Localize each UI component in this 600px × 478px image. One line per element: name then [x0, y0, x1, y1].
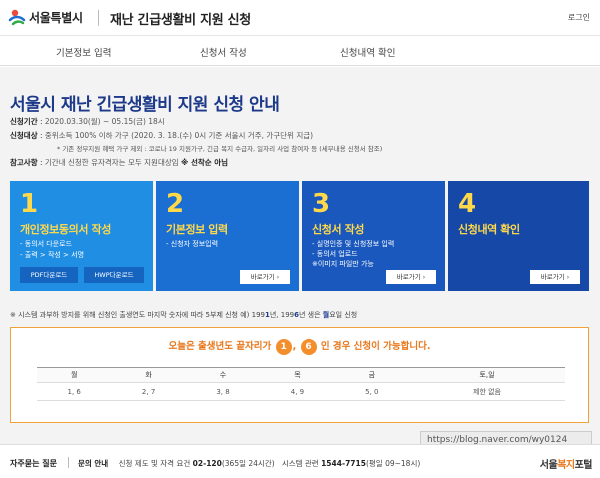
five-day-rule-note: ※ 시스템 과부하 방지를 위해 신청인 출생연도 마지막 숫자에 따라 5부제…: [10, 310, 357, 320]
step-card-3: 3 신청서 작성 - 실명인증 및 신청정보 입력 - 동의서 업로드 ※이미지…: [302, 181, 445, 291]
today-text: 오늘은 출생년도 끝자리가: [168, 341, 272, 352]
step-card-2: 2 기본정보 입력 - 신청자 정보입력 바로가기 ›: [156, 181, 299, 291]
today-message: 오늘은 출생년도 끝자리가 1, 6 인 경우 신청이 가능합니다.: [11, 338, 588, 355]
hwp-download-button[interactable]: HWP다운로드: [84, 267, 144, 283]
ref-strong: ※ 선착순 아님: [181, 158, 229, 167]
target-label: 신청대상: [10, 131, 38, 140]
inquiry-text: 신청 제도 및 자격 요건: [118, 459, 191, 468]
chevron-right-icon: ›: [276, 274, 280, 281]
page-title: 서울시 재난 긴급생활비 지원 신청 안내: [10, 95, 280, 115]
nav-item-application[interactable]: 신청서 작성: [200, 45, 247, 59]
inquiry-hours: (평일 09~18시): [365, 459, 421, 468]
top-nav: 기본정보 입력 신청서 작성 신청내역 확인: [0, 36, 600, 66]
step-card-4: 4 신청내역 확인 바로가기 ›: [448, 181, 589, 291]
step-number: 4: [458, 189, 477, 219]
today-digit-badge: 1: [275, 339, 292, 355]
step-card-1: 1 개인정보동의서 작성 - 동의서 다운로드 - 출력 > 작성 > 서명 P…: [10, 181, 153, 291]
seoul-logo[interactable]: 서울특별시: [8, 8, 83, 26]
table-header: 수: [185, 367, 261, 383]
ref-value: 기간내 신청한 유자격자는 모두 지원대상임: [44, 158, 179, 167]
period-label: 신청기간: [10, 117, 38, 126]
step-title: 기본정보 입력: [166, 223, 228, 236]
ref-row: 참고사항 : 기간내 신청한 유자격자는 모두 지원대상임 ※ 선착순 아님: [10, 158, 229, 167]
period-value: 2020.03.30(월) ~ 05.15(금) 18시: [44, 117, 165, 126]
table-header-row: 월 화 수 목 금 토,일: [37, 367, 565, 383]
step-title: 개인정보동의서 작성: [20, 223, 111, 236]
brand-text: 복지: [557, 460, 575, 471]
inquiry-hours: (365일 24시간): [221, 459, 275, 468]
step-line: ※이미지 파일만 가능: [312, 260, 374, 268]
phone-number: 1544-7715: [321, 459, 366, 468]
step-line: - 출력 > 작성 > 서명: [20, 251, 85, 259]
brand-text: 포털: [574, 460, 593, 471]
schedule-panel: 오늘은 출생년도 끝자리가 1, 6 인 경우 신청이 가능합니다. 월 화 수…: [10, 327, 589, 423]
login-link[interactable]: 로그인: [568, 12, 590, 23]
step-title: 신청서 작성: [312, 223, 365, 236]
goto-label: 바로가기: [250, 273, 275, 281]
table-header: 금: [334, 367, 410, 383]
table-header: 토,일: [409, 367, 565, 383]
step-line: - 동의서 다운로드: [20, 240, 73, 248]
faq-link[interactable]: 자주묻는 질문: [10, 458, 57, 469]
step-line: - 동의서 업로드: [312, 250, 358, 258]
page-header-title: 재난 긴급생활비 지원 신청: [110, 13, 251, 28]
pdf-download-button[interactable]: PDF다운로드: [20, 267, 78, 283]
step-title: 신청내역 확인: [458, 223, 520, 236]
table-header: 화: [111, 367, 186, 383]
goto-button[interactable]: 바로가기 ›: [240, 270, 290, 284]
table-cell: 4, 9: [260, 382, 335, 401]
seoul-logo-icon: [8, 9, 26, 26]
table-cell: 제한 없음: [409, 382, 565, 401]
brand-text: 서울: [539, 460, 558, 471]
goto-label: 바로가기: [540, 273, 565, 281]
digit-separator: ,: [292, 341, 297, 352]
target-note: * 기존 정부지원 혜택 가구 제외 : 코로나 19 지원가구, 긴급 복지 …: [57, 145, 383, 153]
warn-text: 년 생은: [299, 311, 323, 319]
inquiry-label: 문의 안내: [78, 459, 109, 468]
seoul-welfare-portal-logo[interactable]: 서울복지포털: [539, 456, 593, 471]
goto-button[interactable]: 바로가기 ›: [530, 270, 580, 284]
footer-divider: [68, 457, 69, 468]
footer: 자주묻는 질문 문의 안내 신청 제도 및 자격 요건 02-120(365일 …: [0, 444, 600, 478]
step-number: 3: [312, 189, 331, 219]
chevron-right-icon: ›: [422, 274, 426, 281]
table-header: 목: [260, 367, 335, 383]
nav-item-history[interactable]: 신청내역 확인: [340, 45, 395, 59]
schedule-table: 월 화 수 목 금 토,일 1, 6 2, 7 3, 8 4, 9 5, 0 제…: [37, 367, 565, 401]
nav-item-basic-info[interactable]: 기본정보 입력: [56, 45, 111, 59]
period-row: 신청기간 : 2020.03.30(월) ~ 05.15(금) 18시: [10, 117, 165, 126]
warn-text: ※ 시스템 과부하 방지를 위해 신청인 출생연도 마지막 숫자에 따라 5부제…: [10, 311, 265, 319]
step-number: 2: [166, 189, 185, 219]
step-line: - 실명인증 및 신청정보 입력: [312, 240, 395, 248]
chevron-right-icon: ›: [566, 274, 570, 281]
goto-button[interactable]: 바로가기 ›: [386, 270, 436, 284]
table-cell: 1, 6: [37, 382, 112, 401]
table-cell: 5, 0: [334, 382, 410, 401]
inquiry-text: 시스템 관련: [281, 459, 319, 468]
step-number: 1: [20, 189, 39, 219]
today-digit-badge: 6: [300, 339, 317, 355]
target-row: 신청대상 : 중위소득 100% 이하 가구 (2020. 3. 18.(수) …: [10, 131, 314, 140]
target-value: 중위소득 100% 이하 가구 (2020. 3. 18.(수) 0시 기준 서…: [44, 131, 314, 140]
logo-text: 서울특별시: [29, 10, 83, 25]
warn-text: 년, 199: [269, 311, 295, 319]
goto-label: 바로가기: [396, 273, 421, 281]
step-line: - 신청자 정보입력: [166, 240, 219, 248]
warn-text: 요일 신청: [329, 311, 358, 319]
table-cell: 3, 8: [185, 382, 261, 401]
inquiry-info: 문의 안내 신청 제도 및 자격 요건 02-120(365일 24시간) 시스…: [78, 458, 420, 469]
header: 서울특별시 재난 긴급생활비 지원 신청 로그인: [0, 0, 600, 36]
today-text: 인 경우 신청이 가능합니다.: [320, 341, 431, 352]
table-cell: 2, 7: [111, 382, 186, 401]
table-row: 1, 6 2, 7 3, 8 4, 9 5, 0 제한 없음: [37, 382, 565, 401]
header-divider: [98, 10, 99, 26]
table-header: 월: [37, 367, 112, 383]
ref-label: 참고사항: [10, 158, 38, 167]
phone-number: 02-120: [192, 459, 222, 468]
